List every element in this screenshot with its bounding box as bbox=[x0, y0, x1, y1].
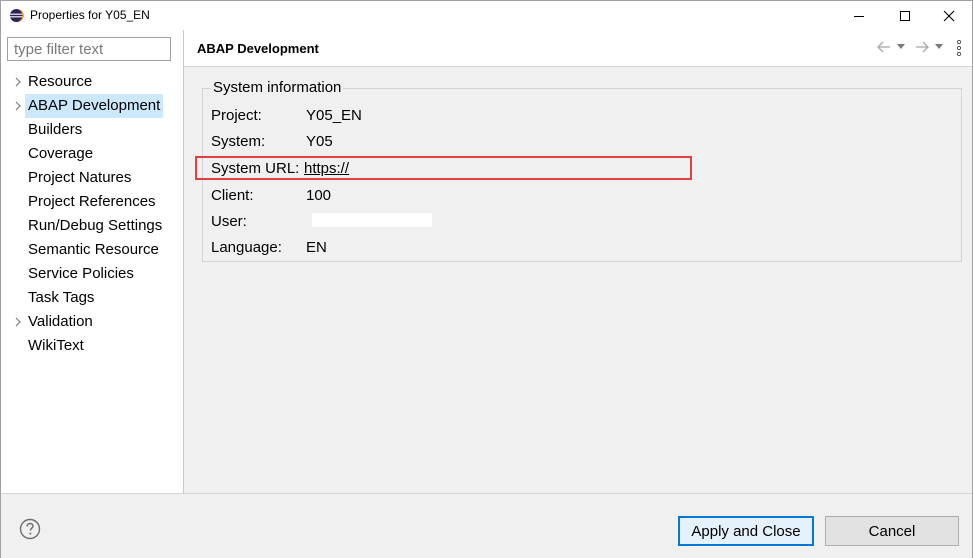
filter-input[interactable] bbox=[7, 37, 171, 61]
cancel-button[interactable]: Cancel bbox=[825, 516, 959, 546]
tree-item-label: Project References bbox=[28, 193, 156, 210]
minimize-button[interactable] bbox=[836, 1, 882, 30]
field-label: Client: bbox=[211, 187, 254, 204]
language-value: EN bbox=[306, 239, 327, 256]
tree-item-label: Service Policies bbox=[28, 265, 134, 282]
tree-item-builders[interactable]: Builders bbox=[1, 118, 183, 142]
tree-item-label: Task Tags bbox=[28, 289, 95, 306]
tree-item-run-debug-settings[interactable]: Run/Debug Settings bbox=[1, 214, 183, 238]
field-label: Project: bbox=[211, 107, 262, 124]
tree-item-label: Builders bbox=[28, 121, 83, 138]
property-page: ABAP Development System information Proj… bbox=[184, 30, 972, 493]
chevron-right-icon[interactable] bbox=[13, 101, 23, 111]
language-row: Language: EN bbox=[211, 239, 327, 256]
page-title: ABAP Development bbox=[197, 41, 319, 56]
tree-item-label: Project Natures bbox=[28, 169, 132, 186]
project-row: Project: Y05_EN bbox=[211, 107, 362, 124]
tree-item-label: Run/Debug Settings bbox=[28, 217, 163, 234]
minimize-icon bbox=[854, 15, 864, 17]
view-menu-icon[interactable] bbox=[956, 40, 962, 56]
user-value-redacted bbox=[312, 213, 432, 227]
button-bar: Apply and Close Cancel bbox=[1, 493, 972, 558]
title-bar: Properties for Y05_EN bbox=[1, 1, 972, 30]
tree-item-coverage[interactable]: Coverage bbox=[1, 142, 183, 166]
system-row: System: Y05 bbox=[211, 133, 333, 150]
tree-item-resource[interactable]: Resource bbox=[1, 70, 183, 94]
field-label: User: bbox=[211, 213, 247, 230]
field-label: Language: bbox=[211, 239, 282, 256]
close-button[interactable] bbox=[926, 1, 972, 30]
properties-dialog: Properties for Y05_EN Resource ABAP Deve… bbox=[0, 0, 973, 558]
maximize-button[interactable] bbox=[882, 1, 928, 30]
apply-and-close-button[interactable]: Apply and Close bbox=[678, 516, 814, 546]
tree-item-label: Coverage bbox=[28, 145, 94, 162]
help-icon[interactable] bbox=[19, 518, 41, 540]
maximize-icon bbox=[900, 10, 910, 21]
forward-arrow-icon[interactable] bbox=[914, 40, 930, 54]
chevron-right-icon[interactable] bbox=[13, 317, 23, 327]
tree-item-abap-development[interactable]: ABAP Development bbox=[1, 94, 183, 118]
eclipse-app-icon bbox=[9, 8, 24, 23]
tree-item-label: Resource bbox=[28, 73, 93, 90]
tree-item-validation[interactable]: Validation bbox=[1, 310, 183, 334]
tree-item-project-natures[interactable]: Project Natures bbox=[1, 166, 183, 190]
chevron-right-icon[interactable] bbox=[13, 77, 23, 87]
tree-item-wikitext[interactable]: WikiText bbox=[1, 334, 183, 358]
tree-item-task-tags[interactable]: Task Tags bbox=[1, 286, 183, 310]
client-row: Client: 100 bbox=[211, 187, 331, 204]
group-title: System information bbox=[211, 79, 344, 96]
field-label: System: bbox=[211, 133, 266, 150]
property-pages-pane: Resource ABAP Development Builders Cover… bbox=[1, 30, 184, 493]
property-tree: Resource ABAP Development Builders Cover… bbox=[1, 70, 183, 358]
forward-dropdown-icon[interactable] bbox=[935, 44, 943, 50]
system-url-highlight bbox=[195, 156, 692, 180]
tree-item-label: ABAP Development bbox=[25, 94, 164, 118]
tree-item-service-policies[interactable]: Service Policies bbox=[1, 262, 183, 286]
client-value: 100 bbox=[306, 187, 332, 204]
tree-item-semantic-resource[interactable]: Semantic Resource bbox=[1, 238, 183, 262]
project-value: Y05_EN bbox=[306, 107, 362, 124]
tree-item-label: Semantic Resource bbox=[28, 241, 159, 258]
back-dropdown-icon[interactable] bbox=[897, 44, 905, 50]
user-row: User: bbox=[211, 213, 432, 230]
close-icon bbox=[943, 10, 955, 21]
window-title: Properties for Y05_EN bbox=[30, 8, 150, 22]
tree-item-label: Validation bbox=[28, 313, 93, 330]
tree-item-label: WikiText bbox=[28, 337, 84, 354]
tree-item-project-references[interactable]: Project References bbox=[1, 190, 183, 214]
system-value: Y05 bbox=[306, 133, 333, 150]
page-header: ABAP Development bbox=[184, 30, 972, 67]
back-arrow-icon[interactable] bbox=[876, 40, 892, 54]
